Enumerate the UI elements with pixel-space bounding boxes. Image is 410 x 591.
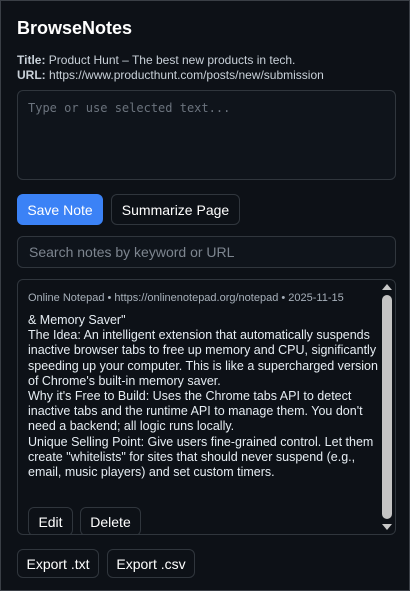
note-meta: Online Notepad • https://onlinenotepad.o…: [28, 292, 344, 304]
note-line: The Idea: An intelligent extension that …: [28, 328, 378, 388]
page-title-line: Title: Product Hunt – The best new produ…: [17, 53, 295, 67]
delete-note-button[interactable]: Delete: [80, 507, 141, 534]
notes-list[interactable]: Online Notepad • https://onlinenotepad.o…: [17, 279, 396, 535]
search-input[interactable]: [17, 236, 396, 268]
browsenotes-panel: BrowseNotes Title: Product Hunt – The be…: [0, 0, 410, 591]
page-title-value: Product Hunt – The best new products in …: [48, 53, 296, 67]
scroll-down-arrow-icon[interactable]: [382, 524, 392, 530]
note-card: Online Notepad • https://onlinenotepad.o…: [28, 292, 380, 534]
notes-scrollbar[interactable]: [380, 281, 394, 533]
note-line: & Memory Saver": [28, 313, 126, 327]
page-title-label: Title:: [17, 53, 46, 67]
note-line: Unique Selling Point: Give users fine-gr…: [28, 434, 374, 480]
scroll-up-arrow-icon[interactable]: [382, 284, 392, 290]
page-url-label: URL:: [17, 68, 46, 82]
page-url-value: https://www.producthunt.com/posts/new/su…: [49, 68, 324, 82]
app-title: BrowseNotes: [17, 18, 133, 38]
save-note-button[interactable]: Save Note: [17, 194, 103, 225]
export-csv-button[interactable]: Export .csv: [107, 549, 195, 578]
export-txt-button[interactable]: Export .txt: [17, 549, 99, 578]
page-url-line: URL: https://www.producthunt.com/posts/n…: [17, 68, 324, 82]
edit-note-button[interactable]: Edit: [28, 507, 73, 534]
note-textarea[interactable]: [17, 90, 396, 180]
summarize-page-button[interactable]: Summarize Page: [111, 194, 240, 225]
note-line: Why it's Free to Build: Uses the Chrome …: [28, 389, 363, 434]
note-body: & Memory Saver" The Idea: An intelligent…: [28, 313, 380, 480]
scrollbar-thumb[interactable]: [382, 295, 392, 519]
